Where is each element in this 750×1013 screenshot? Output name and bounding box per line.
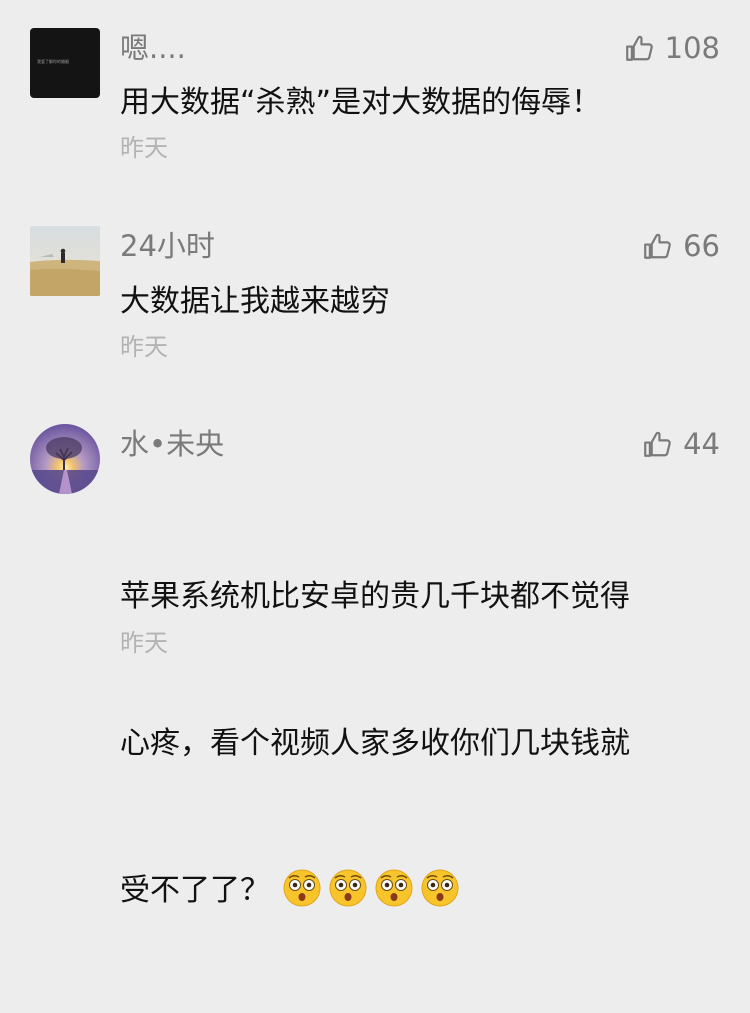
comment-text: 大数据让我越来越穷: [120, 284, 390, 319]
avatar-photo: [30, 424, 100, 494]
surprised-face-icon: [283, 869, 321, 906]
comment-line: 心疼，看个视频人家多收你们几块钱就: [120, 726, 630, 761]
username[interactable]: 24小时: [120, 232, 215, 261]
timestamp: 昨天: [120, 629, 168, 657]
thumbs-up-icon: [625, 35, 653, 61]
avatar-text: 我爱了解你的婚姻: [37, 59, 69, 64]
comment-text: 用大数据“杀熟”是对大数据的侮辱！: [120, 85, 602, 120]
timestamp: 昨天: [120, 333, 168, 361]
like-count: 108: [664, 31, 720, 65]
comment-line: 受不了了？: [120, 866, 720, 915]
emoji-group: [282, 868, 460, 908]
like-button[interactable]: 66: [642, 231, 720, 262]
avatar[interactable]: 我爱了解你的婚姻: [30, 28, 100, 98]
thumbs-up-icon: [644, 233, 671, 259]
avatar[interactable]: [30, 226, 100, 296]
like-button[interactable]: 108: [624, 33, 720, 64]
comment-text: 苹果系统机比安卓的贵几千块都不觉得 心疼，看个视频人家多收你们几块钱就 受不了了…: [120, 474, 720, 1013]
avatar-photo: [30, 226, 100, 296]
like-count: 66: [683, 229, 720, 263]
like-button[interactable]: 44: [642, 429, 720, 460]
surprised-face-icon: [421, 869, 459, 906]
username[interactable]: 水•未央: [120, 430, 224, 459]
timestamp: 昨天: [120, 134, 168, 162]
comment-line: 苹果系统机比安卓的贵几千块都不觉得: [120, 579, 630, 614]
like-count: 44: [683, 427, 720, 461]
comment-line-text: 受不了了？: [120, 873, 270, 908]
thumbs-up-icon: [644, 431, 671, 457]
surprised-face-icon: [375, 869, 413, 906]
avatar[interactable]: [30, 424, 100, 494]
username[interactable]: 嗯....: [120, 34, 186, 63]
surprised-face-icon: [329, 869, 367, 906]
